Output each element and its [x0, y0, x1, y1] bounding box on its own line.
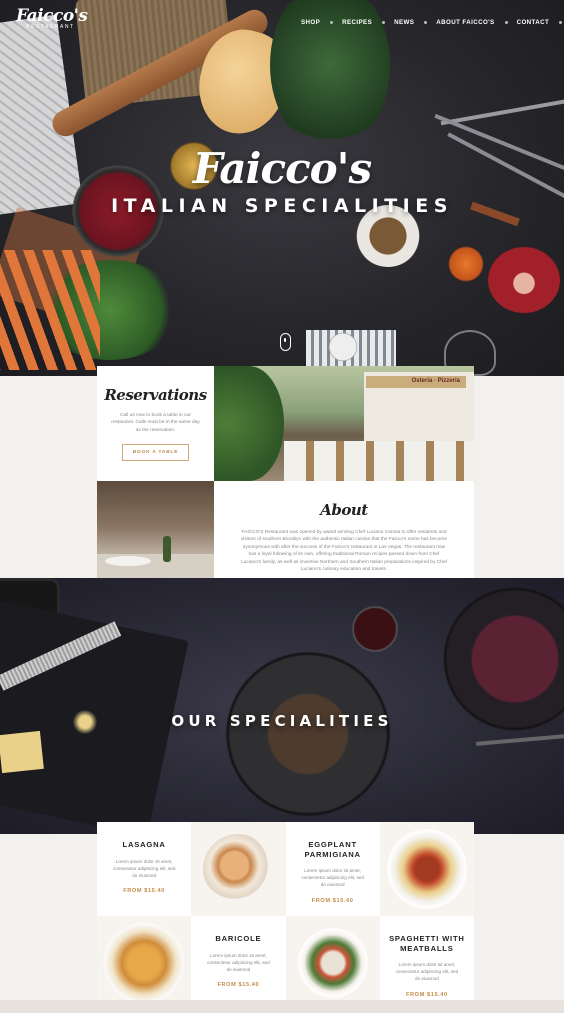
bottle-shape — [163, 536, 171, 562]
dish-price: FROM $15.40 — [123, 888, 165, 895]
spaghetti-meatballs-photo — [379, 822, 474, 916]
about-text: FAICCO'S Restaurant was opened by award … — [240, 530, 448, 573]
reservations-card: Reservations Call us now to book a table… — [97, 366, 214, 481]
menu-grid: LASAGNA Lorem ipsum dolor sit amet, cons… — [97, 822, 474, 1010]
menu-item-spaghetti-meatballs[interactable]: SPAGHETTI WITH MEATBALLS Lorem ipsum dol… — [379, 916, 474, 1010]
reservations-text: Call us now to book a table in our resta… — [111, 413, 200, 433]
pizza-cutter-decoration — [326, 330, 360, 364]
language-selector[interactable]: EN ▾ — [560, 18, 564, 26]
dish-name: EGGPLANT PARMIGIANA — [304, 840, 361, 859]
tables-shape — [284, 441, 474, 481]
hero-section: Faicco's RESTAURANT SHOP RECIPES NEWS AB… — [0, 0, 564, 376]
specialities-banner: OUR SPECIALITIES — [0, 578, 564, 834]
food-image — [203, 834, 274, 904]
specialities-title: OUR SPECIALITIES — [171, 712, 393, 730]
info-grid: Reservations Call us now to book a table… — [97, 366, 474, 596]
plate-shape — [105, 556, 151, 566]
restaurant-exterior-photo: Osteria · Pizzeria — [214, 366, 474, 481]
menu-item-baricole[interactable]: BARICOLE Lorem ipsum dolor sit amet, con… — [191, 916, 286, 1010]
cheese-decoration — [0, 730, 44, 774]
wine-glass-decoration — [342, 598, 408, 660]
dish-price: FROM $15.40 — [311, 897, 354, 904]
stuffed-roll-photo — [191, 822, 286, 916]
nav-item-about[interactable]: ABOUT FAICCO'S — [425, 19, 508, 26]
footer-strip — [0, 1000, 564, 1013]
food-image — [293, 924, 372, 1002]
hero-heading: Faicco's ITALIAN SPECIALITIES — [0, 144, 564, 217]
dish-price: FROM $15.40 — [217, 982, 260, 989]
cafe-sign: Osteria · Pizzeria — [411, 378, 460, 384]
menu-item-lasagna[interactable]: LASAGNA Lorem ipsum dolor sit amet, cons… — [97, 822, 192, 916]
brand-name: Faicco's — [16, 6, 88, 26]
pomegranate-decoration — [488, 247, 560, 313]
dish-name: BARICOLE — [215, 934, 262, 943]
main-nav: SHOP RECIPES NEWS ABOUT FAICCO'S CONTACT… — [290, 18, 564, 26]
nav-item-contact[interactable]: CONTACT — [506, 19, 562, 26]
carrots-decoration — [0, 250, 100, 370]
dish-description: Lorem ipsum dolor sit amet, consectetur … — [112, 858, 176, 878]
hero-script-title: Faicco's — [192, 144, 372, 193]
nav-item-shop[interactable]: SHOP — [290, 19, 334, 26]
food-image — [384, 827, 469, 911]
nav-item-recipes[interactable]: RECIPES — [331, 19, 386, 26]
dish-description: Lorem ipsum dolor sit amet, consectetur … — [207, 952, 270, 972]
eggplant-stack-photo — [285, 916, 380, 1010]
reservations-title: Reservations — [104, 386, 207, 404]
dish-description: Lorem ipsum dolor sit amet, consectetur … — [301, 868, 364, 888]
menu-item-eggplant-parmigiana[interactable]: EGGPLANT PARMIGIANA Lorem ipsum dolor si… — [285, 822, 380, 916]
dish-name: SPAGHETTI WITH MEATBALLS — [389, 934, 465, 953]
book-table-button[interactable]: BOOK A TABLE — [121, 444, 190, 462]
hero-subtitle: ITALIAN SPECIALITIES — [111, 195, 453, 217]
dish-description: Lorem ipsum dolor sit amet, consectetur … — [395, 962, 459, 982]
lasagna-photo — [97, 916, 192, 1010]
food-image — [99, 918, 190, 1008]
dish-price: FROM $15.40 — [406, 991, 448, 998]
scroll-down-icon[interactable] — [280, 333, 291, 351]
dish-name: LASAGNA — [122, 840, 166, 849]
tree-shape — [214, 366, 284, 481]
nav-item-news[interactable]: NEWS — [383, 19, 428, 26]
about-title: About — [320, 501, 368, 519]
chili-decoration — [448, 244, 484, 284]
main-dish-plate-decoration — [222, 648, 394, 820]
brand-logo[interactable]: Faicco's RESTAURANT — [16, 6, 88, 42]
spoon-decoration — [440, 98, 564, 126]
fork-decoration — [475, 734, 564, 746]
